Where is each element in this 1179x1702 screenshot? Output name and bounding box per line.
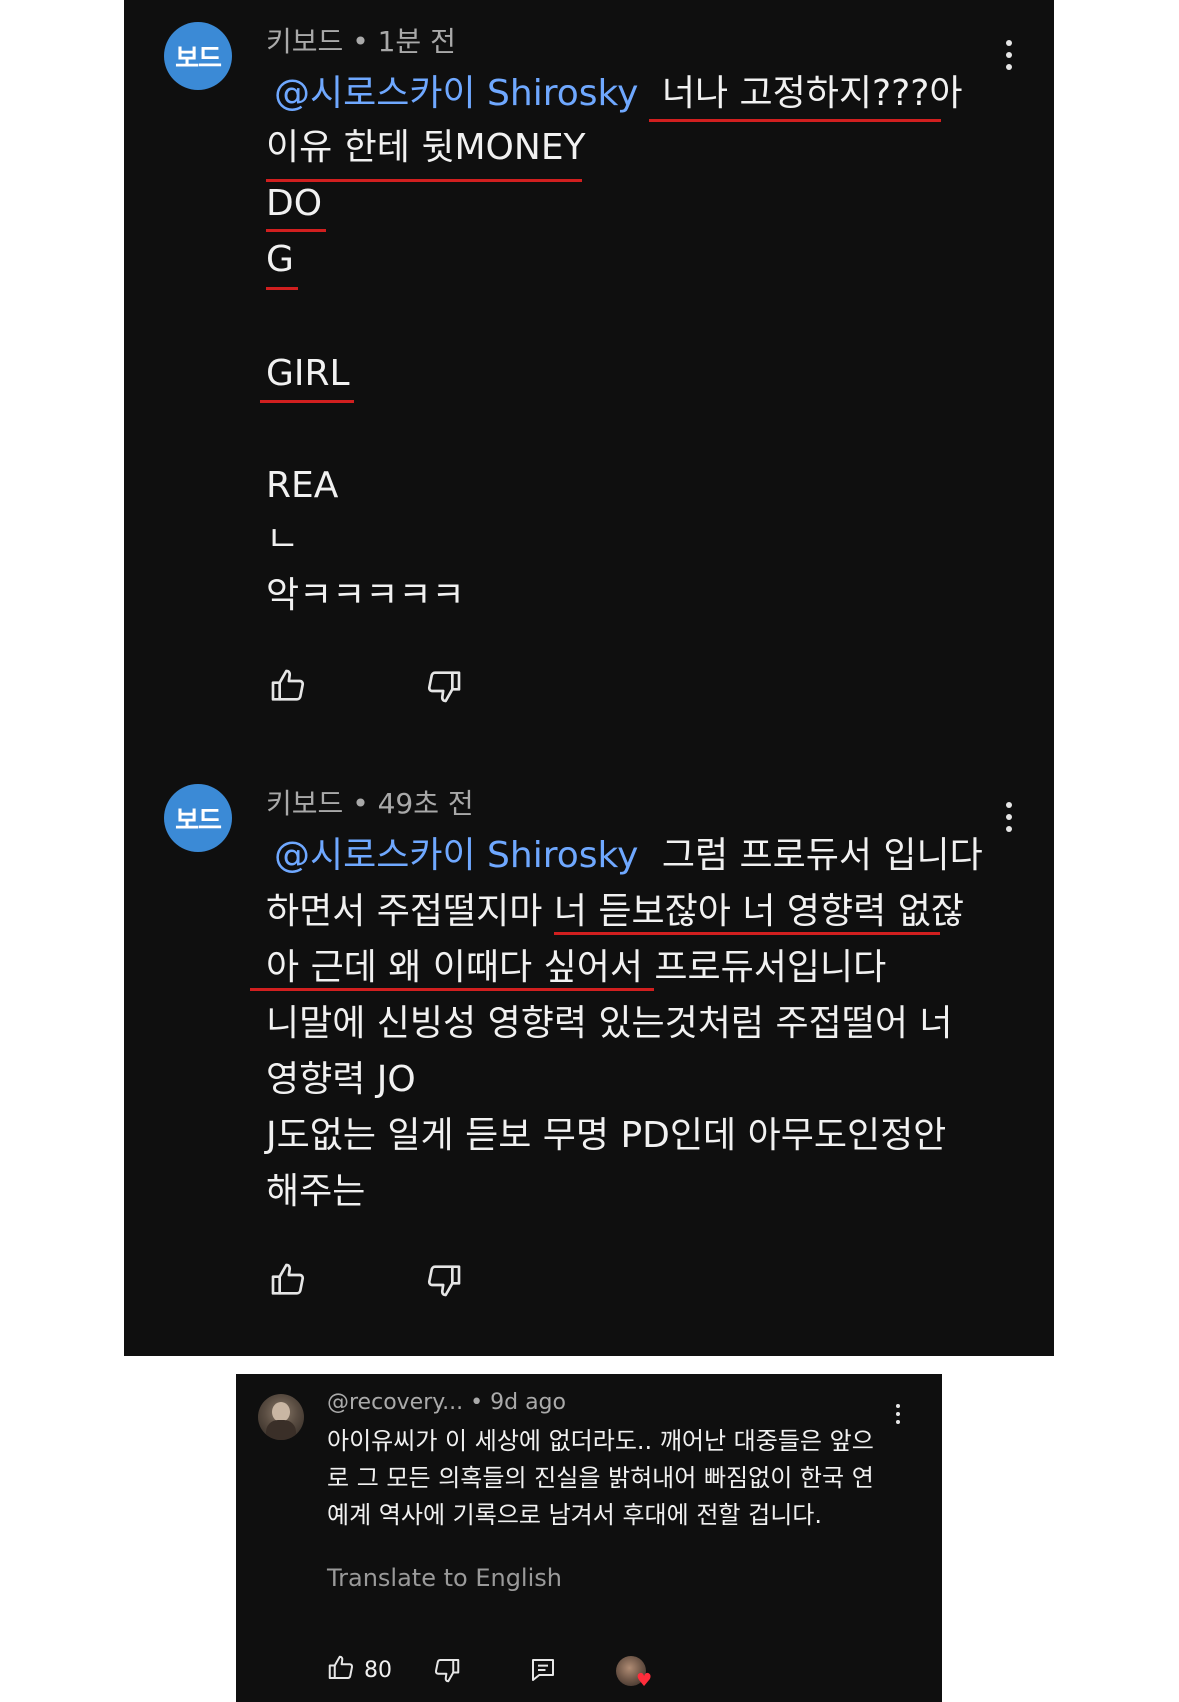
heart-icon: ♥ xyxy=(636,1670,653,1691)
red-underline xyxy=(649,119,941,122)
comment-time: 1분 전 xyxy=(377,25,456,58)
mention-link[interactable]: @시로스카이 Shirosky xyxy=(274,835,638,876)
thumbs-down-icon[interactable] xyxy=(424,1260,464,1300)
thumbs-down-icon[interactable] xyxy=(424,666,464,706)
comments-panel: 보드 키보드 • 1분 전 @시로스카이 Shirosky 너나 고정하지???… xyxy=(124,0,1054,1356)
comment-line: @시로스카이 Shirosky 너나 고정하지???아 xyxy=(274,72,962,116)
comment-3-panel: @recovery... • 9d ago 아이유씨가 이 세상에 없더라도..… xyxy=(236,1374,942,1702)
meta-separator: • xyxy=(352,25,378,58)
comment-line: 아 근데 왜 이때다 싶어서 프로듀서입니다 xyxy=(266,947,887,988)
mention-link[interactable]: @시로스카이 Shirosky xyxy=(274,73,638,114)
red-underline xyxy=(260,400,354,403)
author-name[interactable]: 키보드 xyxy=(266,25,343,58)
comment-meta: 키보드 • 49초 전 xyxy=(266,782,474,822)
avatar-text: 보드 xyxy=(175,43,222,74)
thumbs-down-icon[interactable] xyxy=(432,1654,462,1686)
more-vert-icon[interactable] xyxy=(894,1404,902,1428)
comment-time: 9d ago xyxy=(490,1390,566,1415)
comment-line: REA xyxy=(266,465,339,506)
comment-line: 니말에 신빙성 영향력 있는것처럼 주접떨어 너 xyxy=(266,1003,953,1044)
thumbs-up-icon[interactable] xyxy=(268,1260,308,1300)
comment-line: 아이유씨가 이 세상에 없더라도.. 깨어난 대중들은 앞으 xyxy=(327,1427,874,1455)
red-underline xyxy=(554,932,940,935)
avatar[interactable]: 보드 xyxy=(164,784,232,852)
red-underline xyxy=(250,988,654,991)
author-name[interactable]: @recovery... xyxy=(327,1390,463,1415)
more-vert-icon[interactable] xyxy=(1004,802,1014,838)
comment-line: 영향력 JO xyxy=(266,1059,416,1100)
comment-meta: 키보드 • 1분 전 xyxy=(266,20,456,60)
like-button[interactable]: 80 xyxy=(326,1654,392,1686)
reply-icon[interactable] xyxy=(528,1654,558,1686)
comment-line: 해주는 xyxy=(266,1171,366,1212)
comment-line: J도없는 일게 듣보 무명 PD인데 아무도인정안 xyxy=(266,1115,947,1156)
comment-line: 악ㅋㅋㅋㅋㅋ xyxy=(266,575,465,616)
comment-line: ㄴ xyxy=(266,519,300,560)
comment-line: 로 그 모든 의혹들의 진실을 밝혀내어 빠짐없이 한국 연 xyxy=(327,1464,874,1492)
avatar[interactable]: 보드 xyxy=(164,22,232,90)
comment-text: 너나 고정하지???아 xyxy=(661,73,963,114)
comment-line: GIRL xyxy=(266,353,350,394)
like-count: 80 xyxy=(364,1657,392,1683)
avatar-text: 보드 xyxy=(175,805,222,836)
comment-line: 예계 역사에 기록으로 남겨서 후대에 전할 겁니다. xyxy=(327,1501,823,1529)
comment-line: @시로스카이 Shirosky 그럼 프로듀서 입니다 xyxy=(274,834,983,878)
creator-heart-avatar: ♥ xyxy=(616,1656,652,1690)
more-vert-icon[interactable] xyxy=(1004,40,1014,76)
comment-line: 이유 한테 뒷MONEY xyxy=(266,127,586,168)
comment-line: G xyxy=(266,239,294,280)
thumbs-up-icon xyxy=(326,1653,356,1687)
red-underline xyxy=(266,287,298,290)
comment-time: 49초 전 xyxy=(377,787,474,820)
translate-button[interactable]: Translate to English xyxy=(327,1564,562,1592)
thumbs-up-icon[interactable] xyxy=(268,666,308,706)
comment-line: DO xyxy=(266,183,323,224)
comment-text: 그럼 프로듀서 입니다 xyxy=(661,835,983,876)
comment-meta: @recovery... • 9d ago xyxy=(327,1390,566,1415)
meta-separator: • xyxy=(470,1390,491,1415)
comment-line: 하면서 주접떨지마 너 듣보잖아 너 영향력 없잖 xyxy=(266,891,964,932)
red-underline xyxy=(266,229,326,232)
avatar[interactable] xyxy=(258,1394,304,1440)
author-name[interactable]: 키보드 xyxy=(266,787,343,820)
meta-separator: • xyxy=(352,787,378,820)
